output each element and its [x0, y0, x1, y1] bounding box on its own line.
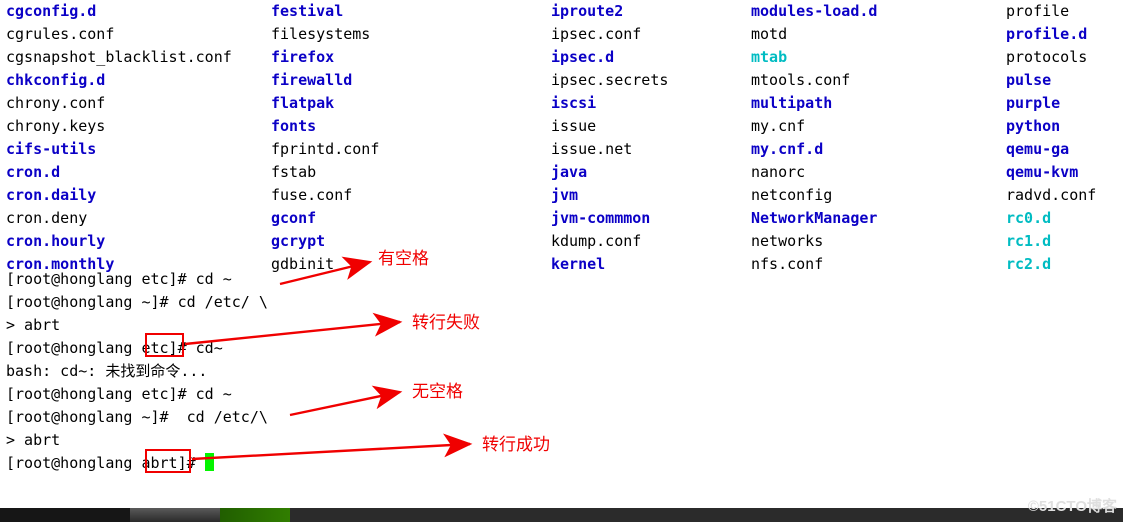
- ls-entry: fonts: [271, 115, 551, 138]
- ls-entry: cron.daily: [6, 184, 271, 207]
- terminal-line: [root@honglang abrt]#: [6, 452, 268, 475]
- ls-entry: cron.deny: [6, 207, 271, 230]
- ls-entry: profile: [1006, 0, 1123, 23]
- ls-entry: cgconfig.d: [6, 0, 271, 23]
- terminal-line: [root@honglang ~]# cd /etc/\: [6, 406, 268, 429]
- ls-entry: festival: [271, 0, 551, 23]
- ls-col-1: festivalfilesystemsfirefoxfirewalldflatp…: [271, 0, 551, 276]
- ls-entry: radvd.conf: [1006, 184, 1123, 207]
- ls-entry: nanorc: [751, 161, 1006, 184]
- ls-col-2: iproute2ipsec.confipsec.dipsec.secretsis…: [551, 0, 751, 276]
- ls-entry: qemu-kvm: [1006, 161, 1123, 184]
- terminal-session[interactable]: [root@honglang etc]# cd ~[root@honglang …: [6, 268, 268, 475]
- annotation-no-space: 无空格: [412, 383, 463, 400]
- terminal-line: [root@honglang etc]# cd ~: [6, 383, 268, 406]
- ls-entry: iscsi: [551, 92, 751, 115]
- ls-entry: firewalld: [271, 69, 551, 92]
- ls-entry: pulse: [1006, 69, 1123, 92]
- ls-col-3: modules-load.dmotdmtabmtools.confmultipa…: [751, 0, 1006, 276]
- ls-entry: ipsec.conf: [551, 23, 751, 46]
- ls-entry: jvm: [551, 184, 751, 207]
- ls-entry: rc2.d: [1006, 253, 1123, 276]
- ls-entry: iproute2: [551, 0, 751, 23]
- ls-output: cgconfig.dcgrules.confcgsnapshot_blackli…: [6, 0, 1123, 276]
- ls-entry: mtools.conf: [751, 69, 1006, 92]
- cursor: [205, 453, 214, 471]
- ls-entry: issue: [551, 115, 751, 138]
- ls-entry: multipath: [751, 92, 1006, 115]
- annotation-has-space: 有空格: [378, 250, 429, 267]
- ls-entry: kernel: [551, 253, 751, 276]
- terminal-line: [root@honglang etc]# cd~: [6, 337, 268, 360]
- ls-entry: java: [551, 161, 751, 184]
- ls-col-0: cgconfig.dcgrules.confcgsnapshot_blackli…: [6, 0, 271, 276]
- terminal-line: > abrt: [6, 314, 268, 337]
- ls-entry: filesystems: [271, 23, 551, 46]
- ls-entry: NetworkManager: [751, 207, 1006, 230]
- ls-entry: gconf: [271, 207, 551, 230]
- ls-entry: rc1.d: [1006, 230, 1123, 253]
- ls-col-4: profileprofile.dprotocolspulsepurplepyth…: [1006, 0, 1123, 276]
- ls-entry: flatpak: [271, 92, 551, 115]
- ls-entry: chrony.conf: [6, 92, 271, 115]
- annotation-success: 转行成功: [482, 436, 550, 453]
- terminal-line: bash: cd~: 未找到命令...: [6, 360, 268, 383]
- ls-entry: purple: [1006, 92, 1123, 115]
- ls-entry: fprintd.conf: [271, 138, 551, 161]
- ls-entry: chrony.keys: [6, 115, 271, 138]
- ls-entry: rc0.d: [1006, 207, 1123, 230]
- ls-entry: cron.hourly: [6, 230, 271, 253]
- ls-entry: nfs.conf: [751, 253, 1006, 276]
- ls-entry: chkconfig.d: [6, 69, 271, 92]
- ls-entry: issue.net: [551, 138, 751, 161]
- ls-entry: cgrules.conf: [6, 23, 271, 46]
- ls-entry: kdump.conf: [551, 230, 751, 253]
- ls-entry: fuse.conf: [271, 184, 551, 207]
- ls-entry: fstab: [271, 161, 551, 184]
- annotation-fail: 转行失败: [412, 314, 480, 331]
- terminal-line: > abrt: [6, 429, 268, 452]
- ls-entry: ipsec.d: [551, 46, 751, 69]
- ls-entry: jvm-commmon: [551, 207, 751, 230]
- ls-entry: python: [1006, 115, 1123, 138]
- terminal-line: [root@honglang ~]# cd /etc/ \: [6, 291, 268, 314]
- ls-entry: protocols: [1006, 46, 1123, 69]
- terminal-line: [root@honglang etc]# cd ~: [6, 268, 268, 291]
- ls-entry: firefox: [271, 46, 551, 69]
- ls-entry: mtab: [751, 46, 1006, 69]
- ls-entry: profile.d: [1006, 23, 1123, 46]
- ls-entry: ipsec.secrets: [551, 69, 751, 92]
- ls-entry: qemu-ga: [1006, 138, 1123, 161]
- ls-entry: modules-load.d: [751, 0, 1006, 23]
- ls-entry: my.cnf.d: [751, 138, 1006, 161]
- ls-entry: my.cnf: [751, 115, 1006, 138]
- bottom-bar: [0, 508, 1123, 522]
- ls-entry: cifs-utils: [6, 138, 271, 161]
- ls-entry: networks: [751, 230, 1006, 253]
- ls-entry: cron.d: [6, 161, 271, 184]
- ls-entry: cgsnapshot_blacklist.conf: [6, 46, 271, 69]
- ls-entry: motd: [751, 23, 1006, 46]
- ls-entry: netconfig: [751, 184, 1006, 207]
